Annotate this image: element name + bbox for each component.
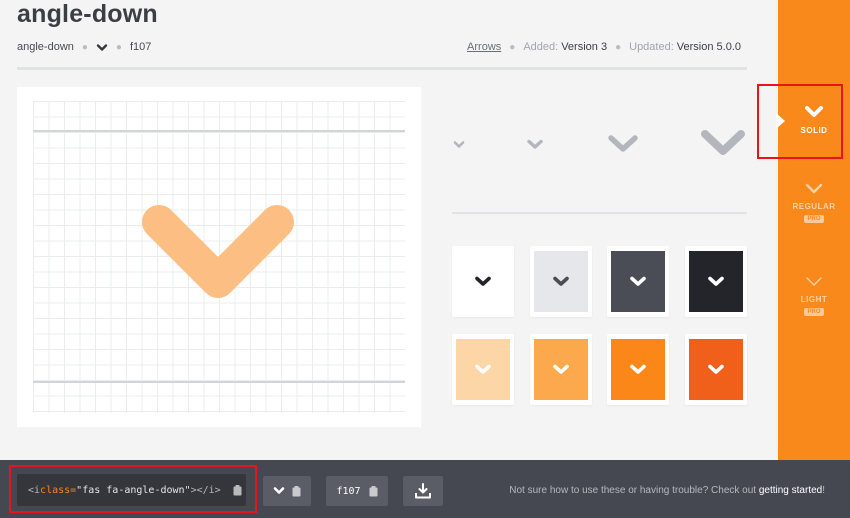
angle-down-icon — [453, 141, 465, 148]
added-label: Added: — [523, 41, 559, 53]
separator-dot: ● — [81, 41, 88, 53]
angle-down-icon — [608, 135, 638, 152]
added-value: Version 3 — [561, 41, 608, 53]
size-previews — [452, 125, 747, 165]
icon-preview-canvas — [17, 87, 421, 427]
angle-down-icon — [527, 139, 543, 149]
updated-value: Version 5.0.0 — [676, 41, 741, 53]
category-link[interactable]: Arrows — [467, 41, 501, 53]
color-swatch[interactable] — [452, 246, 514, 317]
help-message: Not sure how to use these or having trou… — [509, 485, 759, 496]
icon-unicode: f107 — [129, 41, 152, 53]
icon-meta: angle-down ● ● f107 — [17, 41, 151, 53]
unicode-label: f107 — [336, 485, 361, 497]
style-label: REGULAR — [792, 202, 836, 211]
clipboard-icon — [292, 485, 301, 496]
color-swatch[interactable] — [685, 246, 747, 317]
page-title: angle-down — [17, 0, 158, 28]
clipboard-icon — [369, 485, 378, 496]
angle-down-icon — [273, 487, 285, 494]
download-icon — [415, 483, 431, 499]
style-label: LIGHT — [800, 295, 828, 304]
help-end: ! — [822, 485, 825, 496]
grid-guide-line — [33, 130, 405, 132]
highlight-box — [757, 84, 843, 159]
pro-badge: PRO — [804, 215, 824, 223]
angle-down-icon — [701, 130, 745, 155]
color-swatch[interactable] — [607, 246, 669, 317]
pro-badge: PRO — [804, 308, 824, 316]
style-sidebar: SOLID REGULAR PRO LIGHT PRO — [778, 0, 850, 460]
divider — [17, 67, 747, 70]
help-text: Not sure how to use these or having trou… — [509, 485, 825, 496]
angle-down-icon — [806, 277, 822, 286]
angle-down-icon — [142, 205, 294, 298]
style-option-regular[interactable]: REGULAR PRO — [778, 182, 850, 223]
color-swatch[interactable] — [607, 334, 669, 405]
color-swatch[interactable] — [530, 246, 592, 317]
copy-unicode-button[interactable]: f107 — [326, 476, 388, 506]
separator-dot: ● — [509, 41, 516, 53]
download-button[interactable] — [403, 476, 443, 506]
getting-started-link[interactable]: getting started — [759, 485, 822, 496]
copy-glyph-button[interactable] — [263, 476, 311, 506]
icon-name: angle-down — [17, 41, 74, 53]
highlight-box — [9, 465, 257, 513]
divider — [452, 212, 747, 214]
angle-down-icon — [805, 183, 823, 194]
color-swatch[interactable] — [452, 334, 514, 405]
updated-label: Updated: — [629, 41, 674, 53]
style-option-light[interactable]: LIGHT PRO — [778, 275, 850, 316]
angle-down-icon — [96, 43, 108, 53]
color-swatch[interactable] — [685, 334, 747, 405]
separator-dot: ● — [115, 41, 122, 53]
grid-guide-line — [33, 381, 405, 383]
color-swatch[interactable] — [530, 334, 592, 405]
separator-dot: ● — [615, 41, 622, 53]
icon-version-info: Arrows ● Added: Version 3 ● Updated: Ver… — [467, 41, 741, 53]
